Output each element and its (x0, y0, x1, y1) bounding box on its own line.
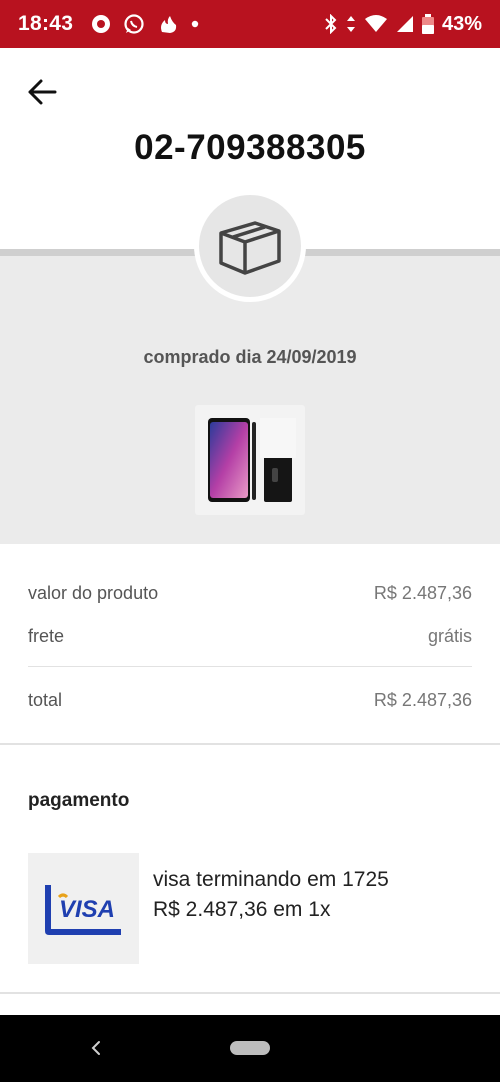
opera-icon (91, 14, 111, 34)
product-value-label: valor do produto (28, 583, 159, 603)
shipping-label: frete (28, 626, 65, 646)
signal-icon (396, 15, 414, 33)
home-pill-icon[interactable] (230, 1041, 270, 1055)
total-row: total R$ 2.487,36 (28, 690, 472, 711)
total-label: total (28, 690, 63, 710)
nav-back-button[interactable] (86, 1033, 106, 1063)
arrow-left-icon (28, 79, 57, 105)
phone-product-image (208, 418, 296, 502)
system-nav-bar (0, 1015, 500, 1082)
battery-percentage: 43% (441, 12, 482, 35)
card-amount: R$ 2.487,36 em 1x (153, 898, 331, 921)
card-tile: VISA (28, 853, 139, 964)
data-arrows-icon (346, 14, 356, 34)
battery-icon (421, 14, 434, 34)
card-brand: VISA (58, 896, 114, 923)
bluetooth-icon (324, 14, 338, 34)
wifi-icon (364, 14, 388, 34)
system-icons: 43% (324, 13, 482, 36)
flame-icon (157, 13, 179, 35)
shipping-value: grátis (427, 626, 472, 646)
visa-card-icon: VISA (44, 884, 121, 935)
divider (28, 666, 472, 667)
shipping-row: frete grátis (28, 626, 472, 647)
status-time: 18:43 (18, 12, 74, 35)
package-box-icon (219, 221, 281, 275)
status-bar: 18:43 43% (0, 0, 500, 48)
product-value-row: valor do produto R$ 2.487,36 (28, 583, 472, 604)
section-divider (0, 743, 500, 745)
whatsapp-icon (123, 13, 145, 35)
section-divider-bottom (0, 992, 500, 994)
dot-icon (191, 20, 199, 28)
card-description: visa terminando em 1725 (153, 868, 389, 891)
timeline-line-left (0, 249, 200, 256)
product-image[interactable] (195, 405, 305, 515)
timeline-line-right (300, 249, 500, 256)
purchase-date: comprado dia 24/09/2019 (143, 347, 357, 367)
order-number: 02-709388305 (134, 128, 366, 167)
nav-back-icon (91, 1041, 100, 1055)
payment-heading: pagamento (28, 790, 130, 811)
total-amount: R$ 2.487,36 (373, 690, 472, 710)
product-value-amount: R$ 2.487,36 (373, 583, 472, 603)
back-button[interactable] (22, 72, 62, 112)
notification-icons (91, 13, 199, 35)
order-status-badge (194, 190, 306, 302)
